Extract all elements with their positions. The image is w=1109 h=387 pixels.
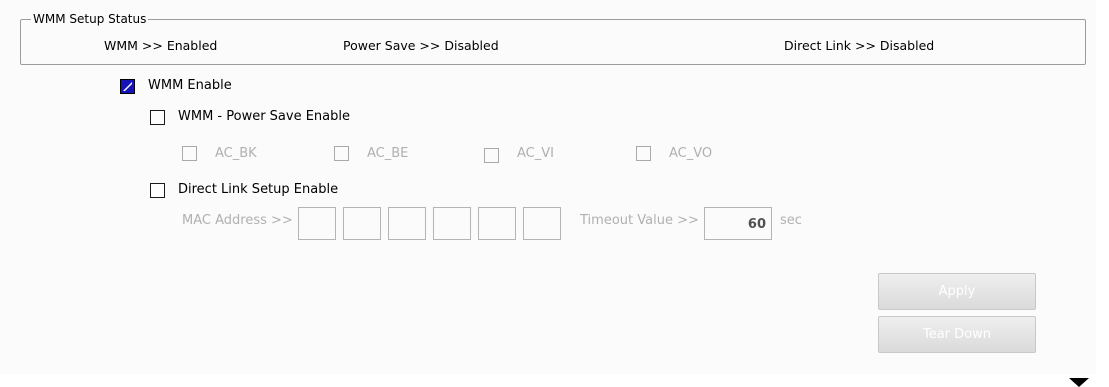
mac-octet-4-input[interactable]	[433, 207, 471, 240]
tear-down-button[interactable]: Tear Down	[878, 316, 1036, 353]
ac-bk-checkbox[interactable]	[182, 146, 197, 161]
power-save-enable-label: WMM - Power Save Enable	[178, 109, 351, 124]
wmm-enable-checkbox[interactable]	[120, 79, 135, 94]
mac-octet-2-input[interactable]	[343, 207, 381, 240]
timeout-unit-label: sec	[780, 213, 802, 228]
apply-button[interactable]: Apply	[878, 273, 1036, 310]
power-save-status-text: Power Save >> Disabled	[343, 38, 499, 53]
timeout-value-input[interactable]: 60	[704, 207, 772, 240]
mac-octet-3-input[interactable]	[388, 207, 426, 240]
ac-be-label: AC_BE	[367, 146, 409, 161]
mac-octet-5-input[interactable]	[478, 207, 516, 240]
power-save-enable-checkbox[interactable]	[150, 110, 165, 125]
direct-link-enable-checkbox[interactable]	[150, 183, 165, 198]
timeout-value-label: Timeout Value >>	[580, 213, 699, 228]
wmm-enable-label: WMM Enable	[148, 78, 232, 93]
checkmark-icon	[123, 82, 132, 91]
ac-bk-label: AC_BK	[215, 146, 257, 161]
ac-vi-label: AC_VI	[517, 146, 554, 161]
scroll-down-arrow-icon[interactable]	[1069, 378, 1089, 387]
direct-link-enable-label: Direct Link Setup Enable	[178, 182, 339, 197]
wmm-setup-status-group: WMM Setup Status WMM >> Enabled Power Sa…	[20, 11, 1086, 65]
wmm-status-text: WMM >> Enabled	[104, 38, 218, 53]
ac-vo-label: AC_VO	[669, 146, 713, 161]
wmm-settings-panel: WMM Setup Status WMM >> Enabled Power Sa…	[0, 0, 1096, 374]
ac-vo-checkbox[interactable]	[636, 146, 651, 161]
mac-address-label: MAC Address >>	[182, 213, 293, 228]
mac-octet-1-input[interactable]	[298, 207, 336, 240]
ac-vi-checkbox[interactable]	[484, 148, 499, 163]
direct-link-status-text: Direct Link >> Disabled	[784, 38, 935, 53]
mac-octet-6-input[interactable]	[523, 207, 561, 240]
ac-be-checkbox[interactable]	[334, 146, 349, 161]
wmm-setup-status-legend: WMM Setup Status	[31, 11, 149, 27]
